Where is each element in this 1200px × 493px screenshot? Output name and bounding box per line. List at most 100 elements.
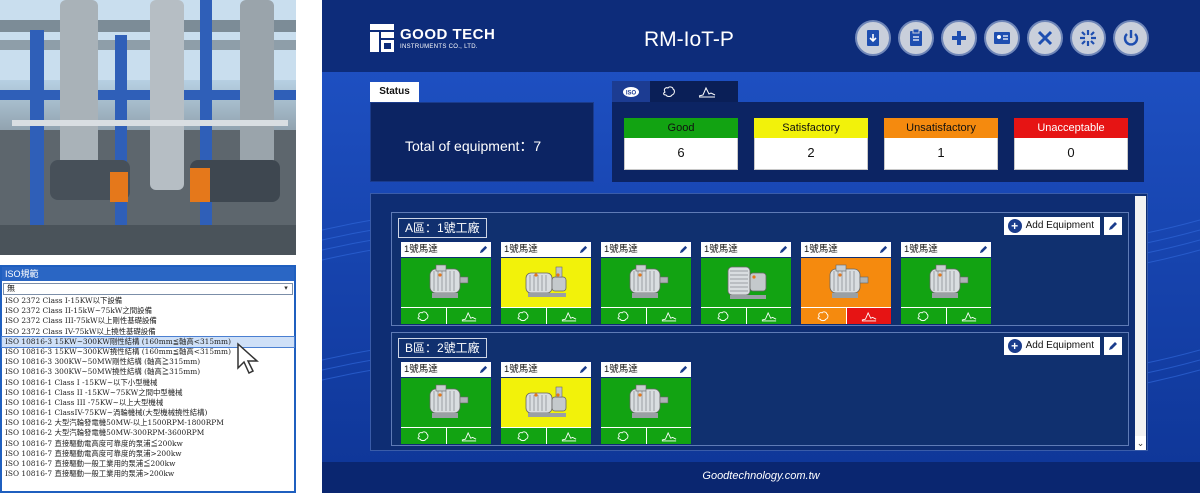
chevron-down-icon[interactable]: ▾	[281, 284, 291, 294]
equipment-name: 1號馬達	[801, 242, 891, 258]
trend-icon[interactable]	[545, 308, 591, 324]
equipment-card[interactable]: 1號馬達	[400, 241, 492, 325]
view-mode-tabs: ISO	[612, 81, 738, 102]
footer: Goodtechnology.com.tw	[322, 462, 1200, 493]
grade-label: Satisfactory	[754, 118, 868, 138]
iso-option[interactable]: ISO 10816-7 直接驅動電高度可靠度的泵浦>200kw	[2, 449, 294, 459]
edit-pencil-icon[interactable]	[577, 243, 590, 256]
download-icon[interactable]	[855, 20, 891, 56]
top-bar: GOOD TECH INSTRUMENTS CO., LTD. RM-IoT-P	[322, 0, 1200, 72]
brain-icon[interactable]	[401, 428, 446, 444]
iso-option[interactable]: ISO 10816-7 直接驅動電高度可靠度的泵浦≦200kw	[2, 439, 294, 449]
motor-machine-image	[601, 378, 691, 427]
iso-option[interactable]: ISO 2372 Class I-15KW以下設備	[2, 296, 294, 306]
iso-option-list: ISO 2372 Class I-15KW以下設備 ISO 2372 Class …	[1, 296, 295, 479]
edit-zone-pencil-icon[interactable]	[1104, 217, 1122, 235]
equipment-label: 1號馬達	[604, 364, 638, 375]
iso-option[interactable]: ISO 10816-1 Class III -75KW~以上大型機械	[2, 398, 294, 408]
equipment-label: 1號馬達	[604, 244, 638, 255]
card-actions	[401, 427, 491, 444]
equipment-card[interactable]: 1號馬達	[800, 241, 892, 325]
equipment-card[interactable]: 1號馬達	[600, 241, 692, 325]
iso-select-field[interactable]: 無 ▾	[3, 283, 293, 295]
motor-machine-image	[401, 258, 491, 307]
trend-icon[interactable]	[688, 81, 726, 102]
settings-icon[interactable]	[1070, 20, 1106, 56]
edit-pencil-icon[interactable]	[677, 243, 690, 256]
brain-icon[interactable]	[801, 308, 846, 324]
brain-icon[interactable]	[601, 308, 646, 324]
equipment-name: 1號馬達	[601, 362, 691, 378]
card-actions	[601, 427, 691, 444]
iso-icon[interactable]: ISO	[612, 81, 650, 102]
trend-icon[interactable]	[745, 308, 791, 324]
edit-pencil-icon[interactable]	[877, 243, 890, 256]
iso-option[interactable]: ISO 10816-2 大型汽輪發電機50MW-以上1500RPM-1800RP…	[2, 418, 294, 428]
brain-icon[interactable]	[601, 428, 646, 444]
equipment-card[interactable]: 1號馬達	[500, 361, 592, 445]
iso-option[interactable]: ISO 2372 Class IV-75kW以上撓性基礎設備	[2, 327, 294, 337]
brain-icon[interactable]	[701, 308, 746, 324]
power-icon[interactable]	[1113, 20, 1149, 56]
equipment-name: 1號馬達	[501, 242, 591, 258]
equipment-label: 1號馬達	[904, 244, 938, 255]
plus-icon[interactable]	[941, 20, 977, 56]
equipment-card[interactable]: 1號馬達	[400, 361, 492, 445]
footer-website: Goodtechnology.com.tw	[702, 470, 820, 482]
scroll-down-arrow-icon[interactable]: ⌄	[1135, 436, 1146, 450]
brain-icon[interactable]	[650, 81, 688, 102]
trend-icon[interactable]	[545, 428, 591, 444]
equipment-card[interactable]: 1號馬達	[500, 241, 592, 325]
equipment-card[interactable]: 1號馬達	[600, 361, 692, 445]
card-actions	[801, 307, 891, 324]
edit-pencil-icon[interactable]	[477, 363, 490, 376]
edit-zone-pencil-icon[interactable]	[1104, 337, 1122, 355]
iso-standard-dropdown[interactable]: ISO規範 無 ▾ ISO 2372 Class I-15KW以下設備 ISO 2…	[0, 265, 296, 493]
edit-pencil-icon[interactable]	[577, 363, 590, 376]
iso-option[interactable]: ISO 10816-2 大型汽輪發電機50MW-300RPM-3600RPM	[2, 428, 294, 438]
iso-option[interactable]: ISO 2372 Class III-75kW以上剛性基礎設備	[2, 316, 294, 326]
iso-option[interactable]: ISO 10816-7 直接驅動一般工業用的泵浦>200kw	[2, 469, 294, 479]
equipment-name: 1號馬達	[501, 362, 591, 378]
trend-icon[interactable]	[645, 428, 691, 444]
scrollbar-thumb[interactable]	[1135, 196, 1146, 436]
id-card-icon[interactable]	[984, 20, 1020, 56]
zone-section: B區：2號工廠 + Add Equipment 1號馬達 1號馬達 1號馬達	[391, 332, 1129, 446]
trend-icon[interactable]	[945, 308, 991, 324]
plus-circle-icon: +	[1007, 339, 1022, 353]
trend-icon[interactable]	[845, 308, 891, 324]
trend-icon[interactable]	[445, 428, 491, 444]
plus-circle-icon: +	[1007, 219, 1022, 233]
add-equipment-button[interactable]: + Add Equipment	[1003, 217, 1100, 235]
brain-icon[interactable]	[901, 308, 946, 324]
equipment-label: 1號馬達	[504, 244, 538, 255]
add-equipment-button[interactable]: + Add Equipment	[1003, 337, 1100, 355]
logo-name: GOOD TECH	[400, 26, 496, 43]
edit-pencil-icon[interactable]	[477, 243, 490, 256]
status-tab[interactable]: Status	[370, 82, 419, 102]
iso-option[interactable]: ISO 10816-7 直接驅動一般工業用的泵浦≦200kw	[2, 459, 294, 469]
equipment-name: 1號馬達	[601, 242, 691, 258]
iso-option[interactable]: ISO 10816-1 Class II -15KW~75KW之間中型機械	[2, 388, 294, 398]
card-actions	[501, 307, 591, 324]
equipment-card[interactable]: 1號馬達	[700, 241, 792, 325]
edit-pencil-icon[interactable]	[677, 363, 690, 376]
grade-count: 6	[624, 138, 738, 170]
brain-icon[interactable]	[401, 308, 446, 324]
equipment-card[interactable]: 1號馬達	[900, 241, 992, 325]
equipment-label: 1號馬達	[704, 244, 738, 255]
iso-option[interactable]: ISO 10816-1 Class I -15KW~以下小型機械	[2, 378, 294, 388]
iso-option[interactable]: ISO 10816-1 ClassIV-75KW~渦輪機械(大型機械撓性結構)	[2, 408, 294, 418]
vertical-scrollbar[interactable]: ⌄	[1135, 196, 1146, 450]
pump-machine-image	[501, 258, 591, 307]
brain-icon[interactable]	[501, 428, 546, 444]
edit-pencil-icon[interactable]	[777, 243, 790, 256]
equipment-label: 1號馬達	[404, 244, 438, 255]
iso-option[interactable]: ISO 2372 Class II-15kW~75kW之間設備	[2, 306, 294, 316]
brain-icon[interactable]	[501, 308, 546, 324]
tools-icon[interactable]	[1027, 20, 1063, 56]
trend-icon[interactable]	[445, 308, 491, 324]
trend-icon[interactable]	[645, 308, 691, 324]
clipboard-icon[interactable]	[898, 20, 934, 56]
edit-pencil-icon[interactable]	[977, 243, 990, 256]
